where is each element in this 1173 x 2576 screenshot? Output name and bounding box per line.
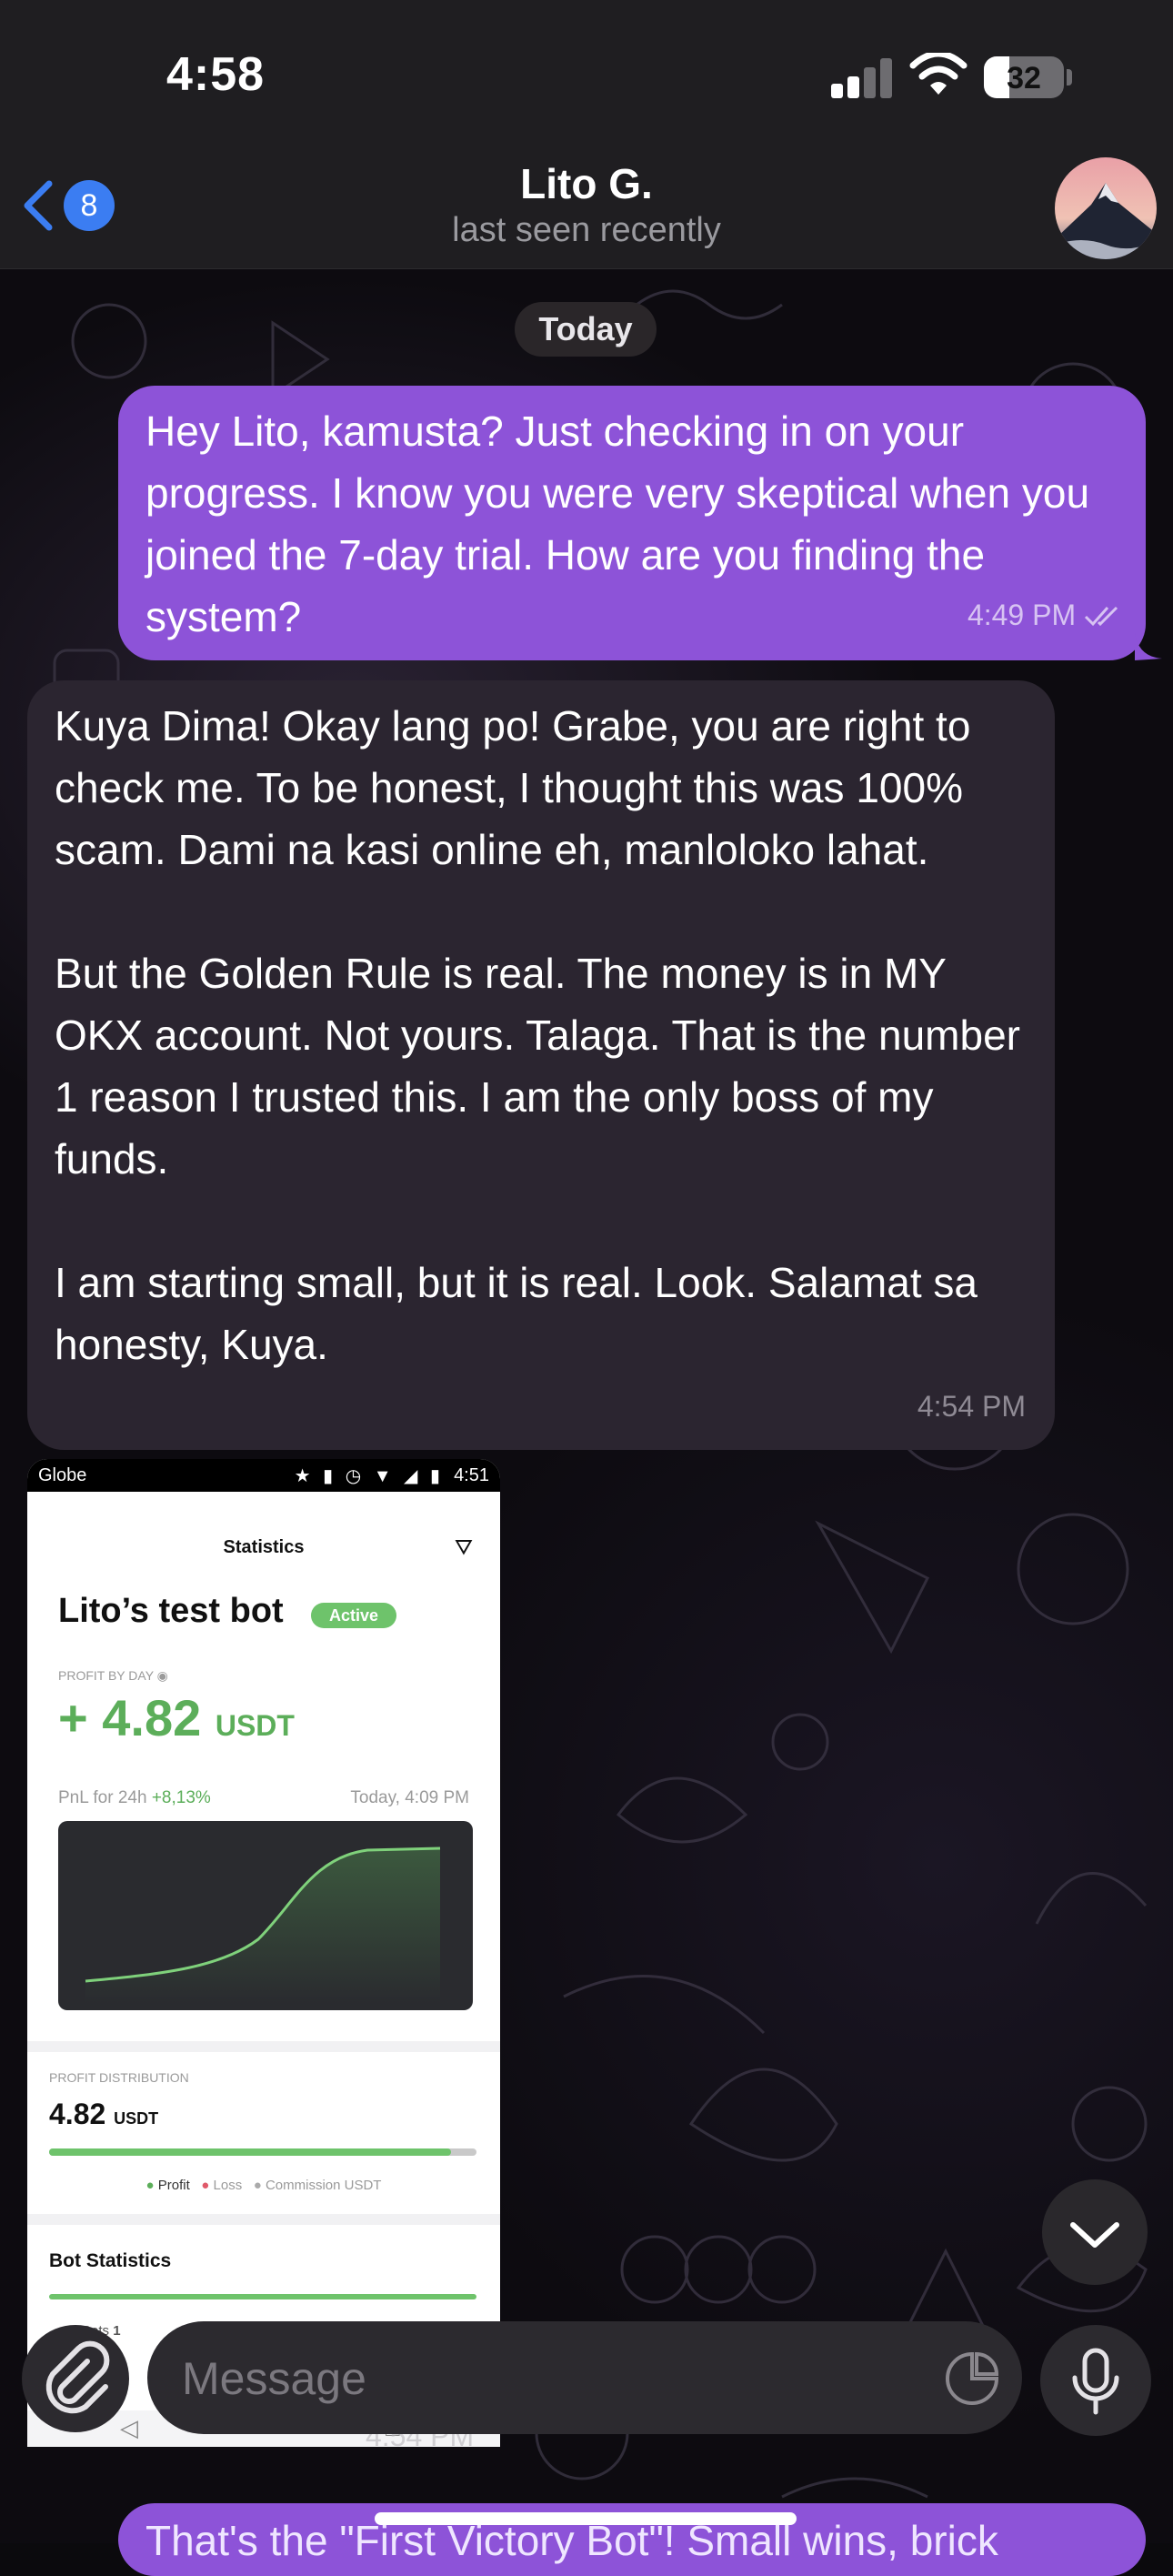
bubble-tail (1135, 633, 1162, 660)
message-text: Kuya Dima! Okay lang po! Grabe, you are … (55, 702, 1020, 1368)
screenshot-clock: 4:51 (454, 1465, 489, 1485)
eye-icon: ◉ (156, 1668, 168, 1683)
scroll-to-bottom-button[interactable] (1042, 2179, 1148, 2285)
wifi-icon (909, 53, 967, 95)
message-meta: 4:49 PM (967, 584, 1126, 646)
cellular-signal-icon (831, 58, 893, 98)
attach-button[interactable] (22, 2325, 129, 2432)
status-icons: ★ ▮ ◷ ▼ ◢ ▮ (294, 1466, 444, 1486)
distribution-bar-fill (49, 2148, 451, 2156)
distribution-legend: ● Profit ● Loss ● Commission USDT (145, 2178, 382, 2193)
pnl-value: +8,13% (151, 1788, 211, 1807)
carrier-name: Globe (38, 1465, 87, 1485)
profit-value: + 4.82 USDT (58, 1689, 295, 1746)
message-field[interactable] (147, 2321, 1022, 2434)
chevron-down-icon (1070, 2222, 1119, 2248)
message-input[interactable] (180, 2341, 929, 2416)
screenshot-status-bar: Globe ★ ▮ ◷ ▼ ◢ ▮ 4:51 (27, 1459, 500, 1492)
date-divider: Today (515, 302, 657, 357)
contact-avatar[interactable] (1055, 157, 1157, 259)
pnl-label: PnL for 24h +8,13% (58, 1788, 211, 1807)
double-check-icon (1084, 606, 1118, 627)
contact-name[interactable]: Lito G. (0, 159, 1173, 208)
app-title: Statistics (223, 1537, 305, 1557)
outgoing-message[interactable]: Hey Lito, kamusta? Just checking in on y… (118, 386, 1162, 660)
image-message-screenshot[interactable]: Globe ★ ▮ ◷ ▼ ◢ ▮ 4:51 Statistics ⛛ Lito… (27, 1459, 500, 2447)
filter-icon: ⛛ (454, 1535, 473, 1560)
distribution-label: PROFIT DISTRIBUTION (49, 2070, 189, 2085)
chat-header: 4:58 32 8 Lito G. last seen recently (0, 0, 1173, 269)
incoming-message[interactable]: Kuya Dima! Okay lang po! Grabe, you are … (27, 680, 1055, 1450)
pnl-time: Today, 4:09 PM (350, 1788, 469, 1807)
section-title: Bot Statistics (49, 2250, 172, 2271)
battery-level: 32 (1007, 61, 1041, 96)
bot-name: Lito’s test bot (58, 1592, 284, 1630)
status-time: 4:58 (166, 48, 266, 101)
status-badge: Active (311, 1603, 396, 1628)
home-indicator (375, 2512, 797, 2525)
battery-icon: 32 (984, 56, 1064, 98)
presence-status: last seen recently (452, 211, 721, 249)
sticker-icon[interactable] (944, 2350, 1000, 2407)
distribution-bar (49, 2148, 476, 2156)
mountain-avatar-image (1055, 157, 1157, 259)
profit-label: PROFIT BY DAY ◉ (58, 1668, 168, 1683)
microphone-icon (1072, 2348, 1119, 2415)
paperclip-icon (45, 2340, 110, 2414)
voice-message-button[interactable] (1040, 2325, 1151, 2436)
distribution-value: 4.82 USDT (49, 2098, 159, 2130)
profit-chart (58, 1821, 473, 2010)
message-time: 4:49 PM (967, 599, 1077, 631)
message-time: 4:54 PM (917, 1390, 1026, 1423)
profit-curve (85, 1846, 441, 2003)
